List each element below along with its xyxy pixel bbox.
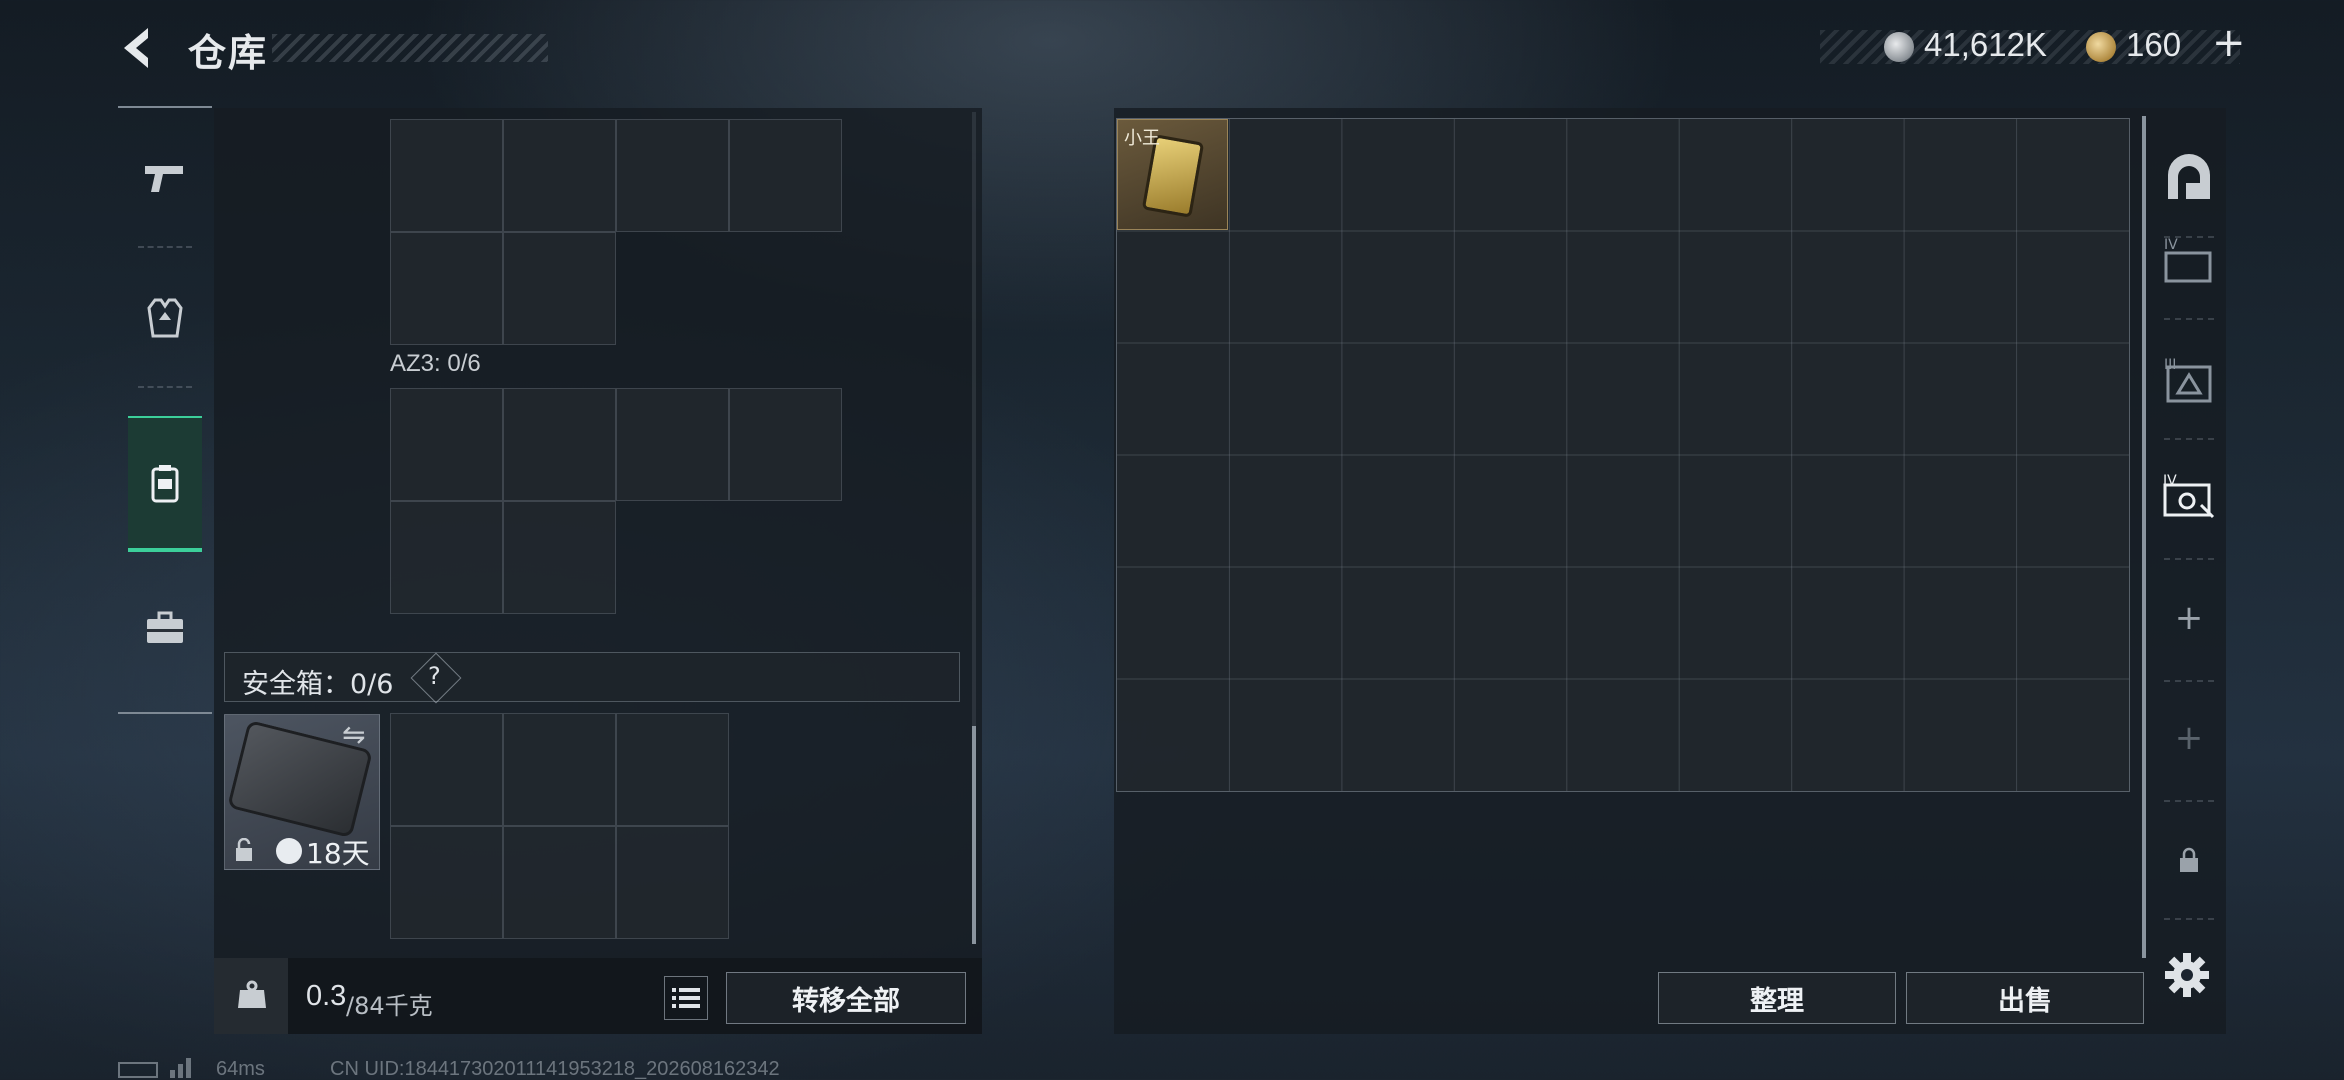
side-add-1[interactable]: + xyxy=(2156,578,2222,658)
sort-button[interactable]: 整理 xyxy=(1658,972,1896,1024)
gold-currency-value: 160 xyxy=(2126,26,2182,63)
grid-slot[interactable] xyxy=(503,119,616,232)
right-scrollbar[interactable] xyxy=(2142,116,2146,958)
side-container-3[interactable]: IV xyxy=(2156,456,2222,536)
grid-slot[interactable] xyxy=(729,388,842,501)
armor-vest-icon xyxy=(147,298,183,338)
grid-slot[interactable] xyxy=(616,119,729,232)
ping-text: 64ms xyxy=(216,1058,265,1080)
weight-value: 0.3 xyxy=(306,980,347,1012)
rail-safe-case[interactable] xyxy=(118,558,212,698)
sell-button[interactable]: 出售 xyxy=(1906,972,2144,1024)
title-decoration xyxy=(272,34,548,62)
container-icon: IV xyxy=(2164,237,2212,283)
battery-icon xyxy=(118,1062,158,1078)
grid-slot[interactable] xyxy=(390,501,503,614)
silver-currency-value: 41,612K xyxy=(1924,26,2047,63)
back-arrow-icon[interactable] xyxy=(118,24,162,72)
container-icon: III xyxy=(2164,357,2212,403)
svg-text:III: III xyxy=(2164,357,2176,373)
side-add-2[interactable]: + xyxy=(2156,698,2222,778)
grid-slot[interactable] xyxy=(616,713,729,826)
stash-grid-lines xyxy=(1117,119,2129,791)
plus-icon: + xyxy=(2174,598,2204,638)
briefcase-icon xyxy=(147,611,183,643)
grid-slot[interactable] xyxy=(503,826,616,939)
gold-coin-icon xyxy=(2086,32,2116,62)
lock-icon xyxy=(236,838,252,861)
svg-text:IV: IV xyxy=(2164,237,2178,253)
help-label: ? xyxy=(428,662,441,690)
list-icon xyxy=(672,988,700,1008)
side-container-2[interactable]: III xyxy=(2156,340,2222,420)
swap-icon[interactable]: ⇋ xyxy=(342,718,365,751)
stash-grid xyxy=(1116,118,2130,792)
grid-slot[interactable] xyxy=(390,713,503,826)
grid-slot[interactable] xyxy=(616,826,729,939)
grid-slot[interactable] xyxy=(390,388,503,501)
rail-gear[interactable] xyxy=(118,248,212,388)
gear-icon[interactable] xyxy=(2164,952,2210,998)
grid-slot[interactable] xyxy=(503,501,616,614)
clock-icon xyxy=(276,838,302,864)
side-locked[interactable] xyxy=(2156,820,2222,900)
transfer-all-button[interactable]: 转移全部 xyxy=(726,972,966,1024)
rail-backpack[interactable] xyxy=(128,416,202,552)
stash-item-label: 小王 xyxy=(1124,128,1160,149)
rail-weapons[interactable] xyxy=(118,108,212,248)
az3-capacity-label: AZ3: 0/6 xyxy=(390,350,481,377)
safe-box-label: 安全箱：0/6 xyxy=(242,669,394,700)
arch-icon xyxy=(2168,154,2210,199)
grid-slot[interactable] xyxy=(616,388,729,501)
grid-slot[interactable] xyxy=(729,119,842,232)
category-rail xyxy=(118,106,212,714)
side-container-1[interactable]: IV xyxy=(2156,220,2222,300)
uid-text: CN UID:18441730201114195321​8_2026081623… xyxy=(330,1058,780,1080)
silver-coin-icon xyxy=(1884,32,1914,62)
grid-slot[interactable] xyxy=(503,232,616,345)
list-view-button[interactable] xyxy=(664,976,708,1020)
case-timer: 18天 xyxy=(306,837,370,870)
grid-slot[interactable] xyxy=(503,713,616,826)
grid-slot[interactable] xyxy=(390,826,503,939)
backpack-icon xyxy=(151,465,179,503)
lock-icon xyxy=(2180,847,2198,872)
weight-icon xyxy=(238,980,266,1008)
grid-slot[interactable] xyxy=(503,388,616,501)
container-key-icon: IV xyxy=(2163,473,2215,519)
plus-icon: + xyxy=(2174,718,2204,758)
topup-button[interactable]: + xyxy=(2212,20,2246,66)
side-warehouse-main[interactable] xyxy=(2156,138,2222,218)
grid-slot[interactable] xyxy=(390,232,503,345)
signal-icon xyxy=(170,1058,191,1078)
page-title: 仓库 xyxy=(188,31,269,75)
left-scrollbar[interactable] xyxy=(972,726,976,944)
grid-slot[interactable] xyxy=(390,119,503,232)
pistol-icon xyxy=(145,166,183,192)
weight-max: /84千克 xyxy=(346,992,433,1020)
